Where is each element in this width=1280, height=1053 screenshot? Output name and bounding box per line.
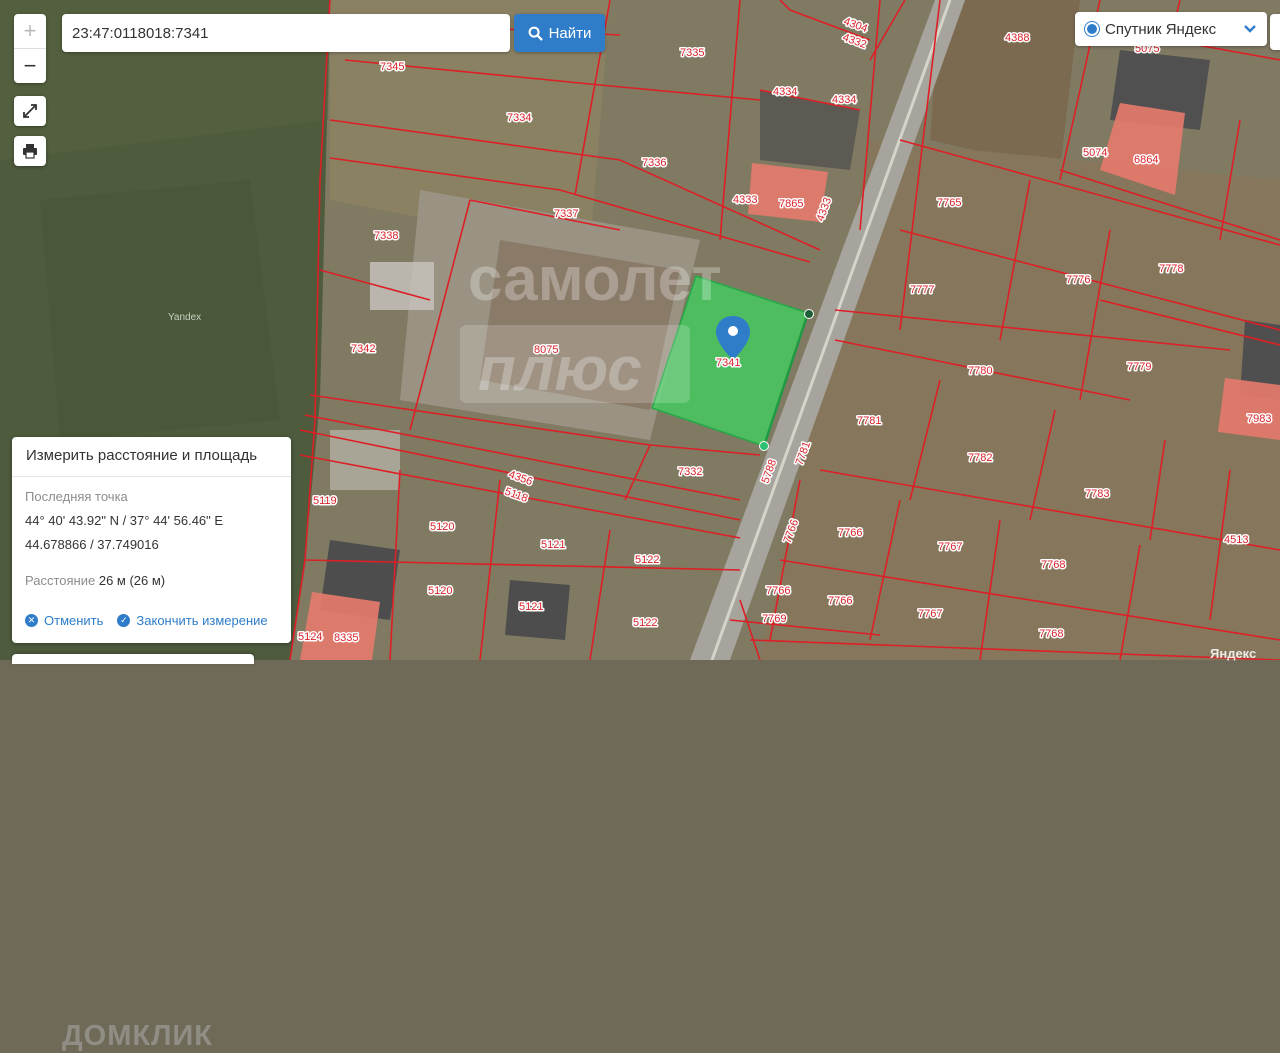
distance-value: 26 м (26 м)	[98, 573, 166, 588]
parcel-number-label: 7766	[828, 595, 852, 607]
parcel-number-label: 7342	[351, 343, 375, 355]
finish-label: Закончить измерение	[136, 613, 268, 628]
parcel-number-label: 7337	[554, 208, 578, 220]
parcel-number-label: 7336	[642, 157, 666, 169]
zoom-in-button[interactable]: +	[14, 14, 46, 49]
parcel-number-label: 8075	[534, 344, 558, 356]
layer-label: Спутник Яндекс	[1105, 20, 1217, 38]
svg-text:Yandex: Yandex	[168, 312, 201, 323]
coords-decimal: 44.678866 / 37.749016	[25, 537, 159, 552]
parcel-number-label: 4388	[1005, 32, 1029, 44]
parcel-number-label: 7334	[507, 112, 531, 124]
parcel-number-label: 7766	[838, 527, 862, 539]
parcel-number-label: 5121	[519, 601, 543, 613]
parcel-number-label: 5122	[635, 554, 659, 566]
radio-selected-icon	[1085, 22, 1099, 36]
parcel-number-label: 5124	[298, 631, 322, 643]
parcel-number-label: 7778	[1159, 263, 1183, 275]
finish-measure-button[interactable]: ✓ Закончить измерение	[117, 613, 268, 628]
parcel-number-label: 4334	[832, 94, 856, 106]
parcel-number-label: 7781	[857, 415, 881, 427]
parcel-number-label: 7766	[766, 585, 790, 597]
second-layer-selector[interactable]	[1270, 14, 1280, 50]
parcel-number-label: 7345	[380, 61, 404, 73]
parcel-number-label: 5120	[430, 521, 454, 533]
parcel-number-label: 7768	[1039, 628, 1063, 640]
parcel-number-label: 6864	[1134, 154, 1158, 166]
domclick-watermark: ДОМКЛИК	[62, 1020, 213, 1052]
svg-text:плюс: плюс	[478, 335, 642, 404]
chevron-down-icon	[1244, 25, 1256, 33]
last-point-label: Последняя точка	[25, 489, 128, 504]
parcel-number-label: 5119	[313, 495, 337, 507]
cancel-label: Отменить	[44, 613, 104, 628]
print-icon	[23, 144, 37, 159]
layer-selector[interactable]: Спутник Яндекс	[1075, 12, 1267, 46]
zoom-out-button[interactable]: −	[14, 49, 46, 83]
cadastral-search-input[interactable]	[62, 14, 510, 52]
parcel-number-label: 4333	[733, 194, 757, 206]
search-button-label: Найти	[548, 24, 592, 42]
selected-parcel-label: 7341	[716, 357, 740, 369]
expand-icon	[23, 104, 37, 118]
check-icon: ✓	[117, 614, 131, 627]
parcel-number-label: 7780	[968, 365, 992, 377]
parcel-number-label: 7335	[680, 47, 704, 59]
search-icon	[528, 26, 543, 41]
parcel-number-label: 4334	[773, 86, 797, 98]
parcel-number-label: 7983	[1247, 413, 1271, 425]
print-button[interactable]	[14, 136, 46, 166]
measure-panel: Измерить расстояние и площадь Последняя …	[12, 437, 291, 1052]
parcel-number-label: 7777	[910, 284, 934, 296]
parcel-number-label: 7779	[1127, 361, 1151, 373]
parcel-number-label: 5074	[1083, 147, 1107, 159]
measure-title: Измерить расстояние и площадь	[12, 437, 291, 477]
zoom-controls: + −	[14, 14, 46, 83]
bottom-panel-edge	[12, 654, 254, 664]
parcel-number-label: 7769	[762, 613, 786, 625]
svg-text:самолет: самолет	[468, 245, 722, 314]
parcel-number-label: 7338	[374, 230, 398, 242]
parcel-number-label: 8335	[334, 632, 358, 644]
search-button[interactable]: Найти	[514, 14, 605, 52]
close-icon: ✕	[25, 614, 38, 627]
parcel-number-label: 5120	[428, 585, 452, 597]
parcel-number-label: 7767	[938, 541, 962, 553]
parcel-number-label: 4513	[1224, 534, 1248, 546]
cancel-measure-button[interactable]: ✕ Отменить	[25, 613, 103, 628]
parcel-number-label: 5122	[633, 617, 657, 629]
parcel-number-label: 7865	[779, 198, 803, 210]
parcel-number-label: 7782	[968, 452, 992, 464]
distance-label: Расстояние	[25, 573, 96, 588]
parcel-number-label: 7767	[918, 608, 942, 620]
parcel-number-label: 5121	[541, 539, 565, 551]
map-attribution: Яндекс	[1210, 646, 1257, 661]
parcel-number-label: 7765	[937, 197, 961, 209]
parcel-number-label: 7783	[1085, 488, 1109, 500]
coords-dms: 44° 40' 43.92" N / 37° 44' 56.46" E	[25, 513, 224, 528]
parcel-number-label: 7776	[1066, 274, 1090, 286]
parcel-number-label: 7332	[678, 466, 702, 478]
parcel-number-label: 7768	[1041, 559, 1065, 571]
fullscreen-button[interactable]	[14, 96, 46, 126]
